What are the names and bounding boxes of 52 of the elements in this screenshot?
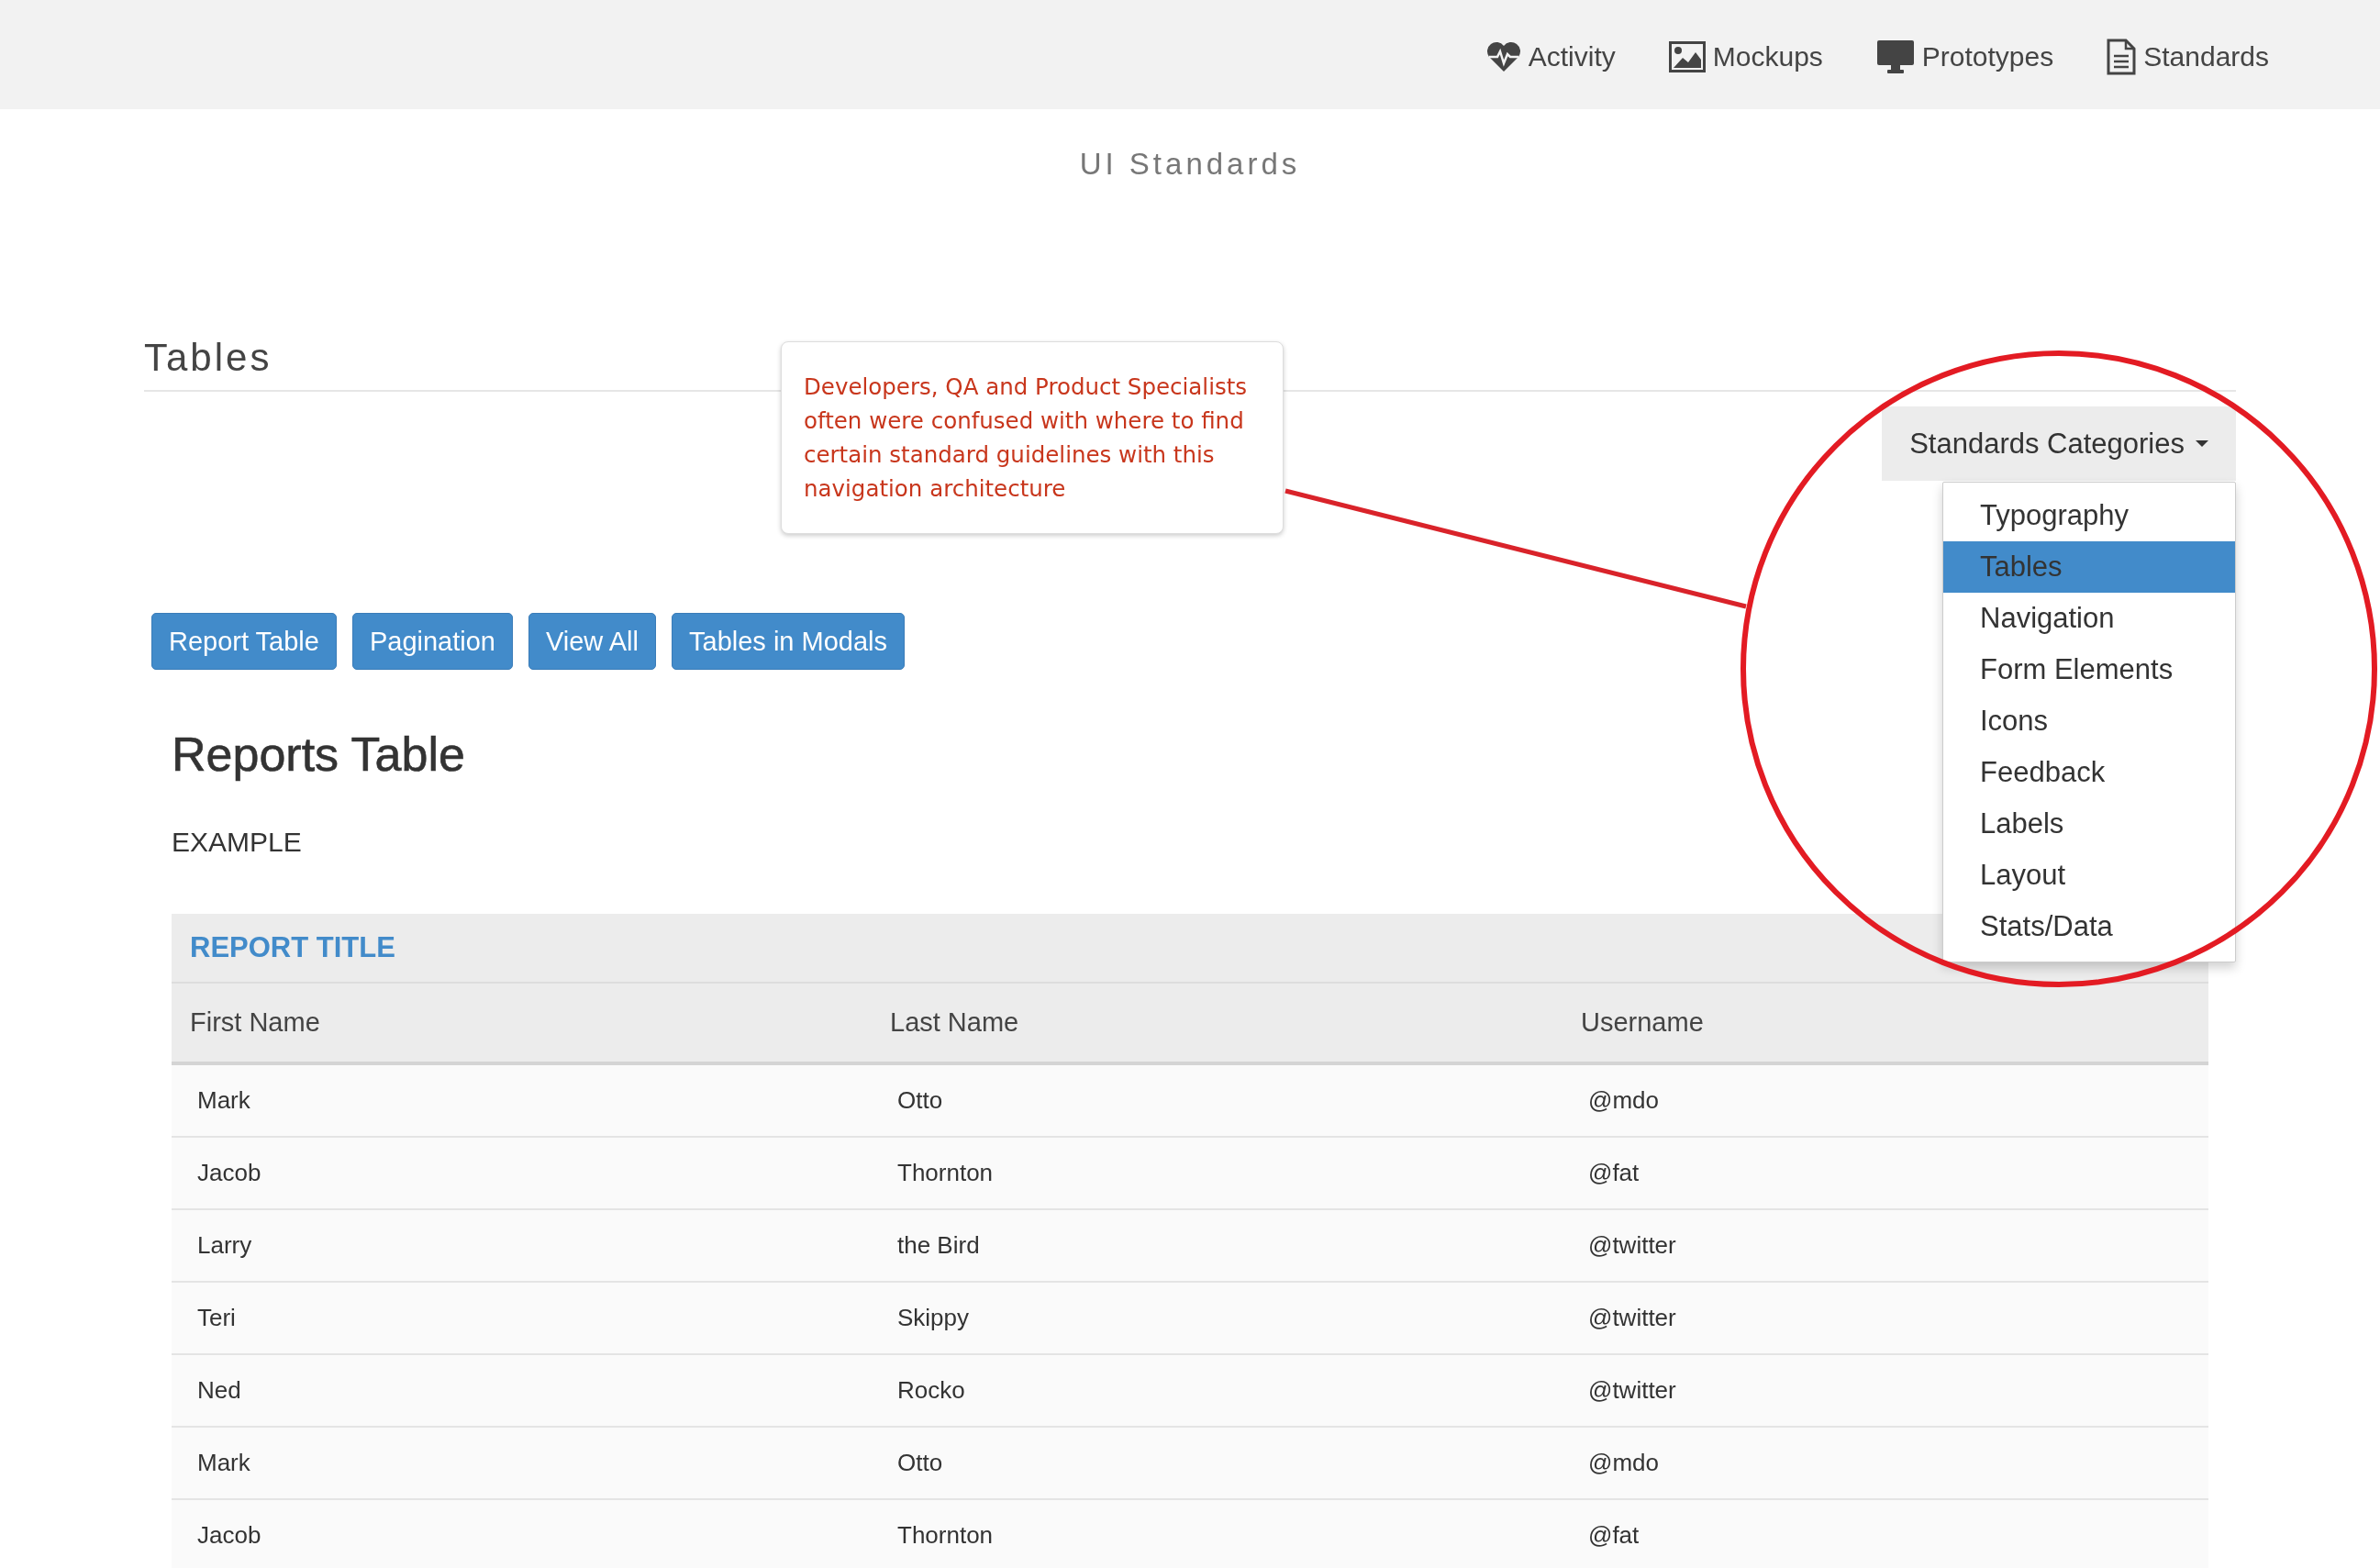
caret-icon xyxy=(2196,440,2208,447)
table-cell: Jacob xyxy=(172,1137,872,1209)
nav-link[interactable]: Activity xyxy=(1485,37,1616,72)
menu-item[interactable]: Layout xyxy=(1943,850,2235,901)
table-cell: Ned xyxy=(172,1354,872,1427)
menu-item[interactable]: Labels xyxy=(1943,798,2235,850)
tab-button[interactable]: Report Table xyxy=(151,613,337,670)
nav-link[interactable]: Standards xyxy=(2107,34,2269,75)
image-icon xyxy=(1668,40,1706,72)
table-cell: Jacob xyxy=(172,1499,872,1568)
example-label: EXAMPLE xyxy=(172,827,302,857)
table-title: REPORT TITLE xyxy=(190,931,395,964)
table-cell: @mdo xyxy=(1563,1063,2208,1137)
dropdown-button[interactable]: Standards Categories xyxy=(1882,406,2236,481)
heart-pulse-icon xyxy=(1485,40,1521,72)
site-title: UI Standards xyxy=(1079,147,1301,181)
table-cell: @fat xyxy=(1563,1499,2208,1568)
tab-button[interactable]: Tables in Modals xyxy=(672,613,905,670)
table-cell: Teri xyxy=(172,1282,872,1354)
document-icon xyxy=(2107,38,2137,75)
table-cell: Thornton xyxy=(872,1137,1563,1209)
nav-link[interactable]: Mockups xyxy=(1668,37,1823,72)
menu-item[interactable]: Navigation xyxy=(1943,593,2235,644)
table-cell: Otto xyxy=(872,1063,1563,1137)
menu-item[interactable]: Icons xyxy=(1943,695,2235,747)
table-cell: @fat xyxy=(1563,1137,2208,1209)
table-cell: Skippy xyxy=(872,1282,1563,1354)
menu-item[interactable]: Stats/Data xyxy=(1943,901,2235,952)
column-header: Username xyxy=(1563,984,2208,1063)
menu-item[interactable]: Form Elements xyxy=(1943,644,2235,695)
table-cell: Larry xyxy=(172,1209,872,1282)
table-cell: @mdo xyxy=(1563,1427,2208,1499)
table-cell: @twitter xyxy=(1563,1354,2208,1427)
table-cell: the Bird xyxy=(872,1209,1563,1282)
tab-button[interactable]: View All xyxy=(528,613,656,670)
page-heading: Reports Table xyxy=(172,727,465,782)
callout-text: Developers, QA and Product Specialists often were confused with where to find certain standard guidelines with this navigation architecture xyxy=(804,373,1249,504)
section-title: Tables xyxy=(144,336,272,379)
menu-item[interactable]: Typography xyxy=(1943,490,2235,541)
table-cell: Thornton xyxy=(872,1499,1563,1568)
column-header: First Name xyxy=(172,984,872,1063)
nav-link[interactable]: Prototypes xyxy=(1875,35,2054,74)
menu-item[interactable]: Feedback xyxy=(1943,747,2235,798)
table-cell: @twitter xyxy=(1563,1282,2208,1354)
monitor-icon xyxy=(1875,39,1915,74)
tab-button[interactable]: Pagination xyxy=(351,613,513,670)
table-cell: Otto xyxy=(872,1427,1563,1499)
table-cell: Mark xyxy=(172,1427,872,1499)
table-cell: @twitter xyxy=(1563,1209,2208,1282)
column-header: Last Name xyxy=(872,984,1563,1063)
table-cell: Rocko xyxy=(872,1354,1563,1427)
table-cell: Mark xyxy=(172,1063,872,1137)
